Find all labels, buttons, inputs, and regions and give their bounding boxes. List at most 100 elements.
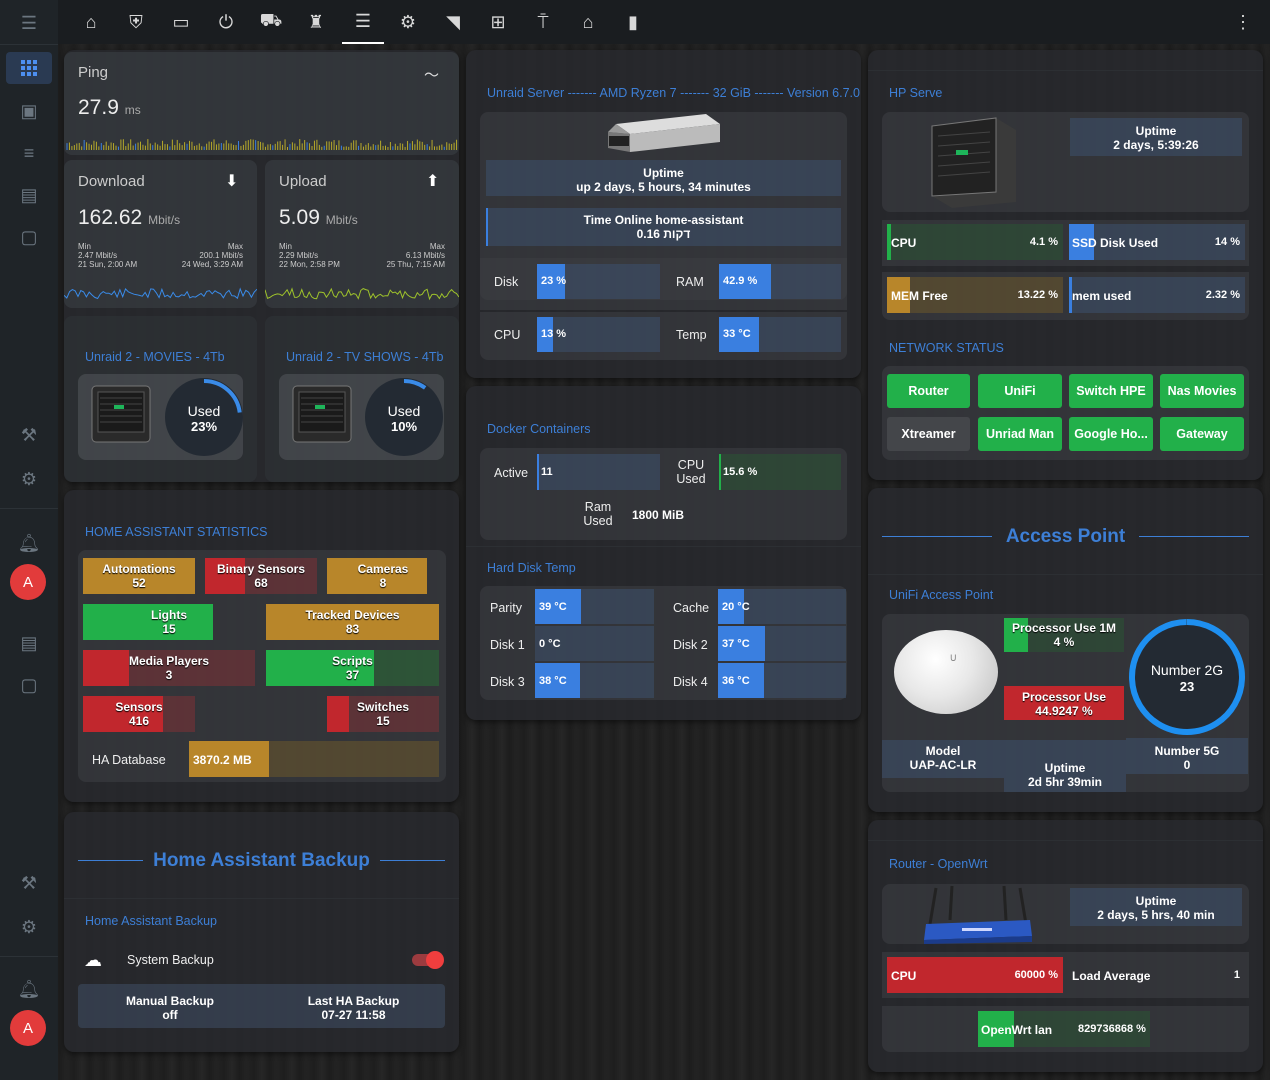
ping-sparkline <box>66 139 458 150</box>
divider <box>868 840 1263 841</box>
upload-min-value: 2.29 Mbit/s <box>279 251 319 260</box>
network-switch-hpe-button[interactable]: Switch HPE <box>1069 374 1153 408</box>
unraid-temp-label: Temp <box>676 328 707 342</box>
upload-sensor-card[interactable]: Upload ⬆ 5.09 Mbit/s Min 2.29 Mbit/s 22 Mo… <box>265 160 459 308</box>
last-backup-label: Last HA Backup <box>307 994 400 1008</box>
network-unifi-button[interactable]: UniFi <box>978 374 1062 408</box>
network-router-button[interactable]: Router <box>887 374 970 408</box>
docker-active-value: 11 <box>541 466 553 478</box>
network-gateway-button[interactable]: Gateway <box>1160 417 1244 451</box>
ha-statistics-card: HOME ASSISTANT STATISTICS Automations 52 … <box>64 490 459 802</box>
settings-icon[interactable]: ⚙ <box>14 912 44 942</box>
movies-gauge-label: Used <box>187 403 221 419</box>
network-xtreamer-button[interactable]: Xtreamer <box>887 417 970 451</box>
tab-shield-icon[interactable]: ⛨ <box>115 0 157 44</box>
bell-icon[interactable]: 🔔︎ <box>14 528 44 558</box>
sidebar-item-overview[interactable] <box>6 52 52 84</box>
hammer-icon[interactable]: ⚒ <box>14 868 44 898</box>
tab-power-plug-icon[interactable]: ⏻ <box>205 0 247 44</box>
avatar-letter: A <box>22 573 33 591</box>
tab-home-security-icon[interactable]: ⌂ <box>70 0 112 44</box>
ap-proc1-value: 4 % <box>1053 635 1075 649</box>
network-google-home-button[interactable]: Google Ho... <box>1069 417 1153 451</box>
automations-label: Automations <box>102 562 176 576</box>
bell-icon[interactable]: 🔔︎ <box>14 974 44 1004</box>
manual-backup-value: off <box>162 1008 178 1022</box>
sidebar: ☰ ▣ ≡ ▤ ▢ ⚒ ⚙ 🔔︎ A ▤ ▢ ⚒ ⚙ 🔔︎ A <box>0 0 58 1080</box>
unraid-ram-value: 42.9 % <box>723 275 758 287</box>
router-cpu-label: CPU <box>891 969 917 983</box>
tab-robot-icon[interactable]: ♜ <box>295 0 337 44</box>
ap-heading: Access Point <box>1005 526 1126 547</box>
scripts-label: Scripts <box>332 654 373 668</box>
ap-5g-label: Number 5G <box>1154 744 1220 758</box>
unraid-uptime: Uptime up 2 days, 5 hours, 34 minutes <box>486 166 841 194</box>
router-title: Router - OpenWrt <box>889 857 988 871</box>
chart-icon[interactable]: ▤ <box>14 628 44 658</box>
tracked-devices-label: Tracked Devices <box>305 608 400 622</box>
docker-active-fill <box>537 454 539 490</box>
network-nas-movies-button[interactable]: Nas Movies <box>1160 374 1244 408</box>
ap-subtitle: UniFi Access Point <box>889 588 994 602</box>
tab-home-icon[interactable]: ⌂ <box>567 0 609 44</box>
avatar[interactable]: A <box>10 1010 46 1046</box>
avatar[interactable]: A <box>10 564 46 600</box>
tab-cogs-icon[interactable]: ⚙ <box>387 0 429 44</box>
upload-arrow-icon: ⬆ <box>426 173 440 190</box>
sidebar-divider <box>0 508 58 509</box>
more-vert-icon[interactable]: ⋮ <box>1222 0 1264 44</box>
tab-car-icon[interactable]: ⛟ <box>250 0 292 44</box>
manual-backup[interactable]: Manual Backup off <box>78 994 262 1022</box>
ping-sensor-card[interactable]: Ping 〜 27.9 ms <box>64 52 459 155</box>
scripts-tile-text: Scripts 37 <box>266 654 439 682</box>
ping-number: 27.9 <box>78 96 119 119</box>
backup-card: Home Assistant Backup Home Assistant Bac… <box>64 812 459 1052</box>
logbook-icon[interactable]: ▢ <box>14 670 44 700</box>
media-players-label: Media Players <box>128 654 210 668</box>
tab-windows-icon[interactable]: ⊞ <box>477 0 519 44</box>
sidebar-divider <box>0 44 58 45</box>
ap-2g-value: 23 <box>1179 679 1195 694</box>
network-unraid-man-button[interactable]: Unriad Man <box>978 417 1062 451</box>
ap-proc1: Processor Use 1M 4 % <box>1004 621 1124 649</box>
server-image <box>292 385 352 443</box>
ap-proc2: Processor Use 44.9247 % <box>1004 690 1124 718</box>
logbook-icon[interactable]: ▢ <box>14 222 44 252</box>
docker-ram-label: Ram Used <box>583 500 613 528</box>
list-icon[interactable]: ≡ <box>14 138 44 168</box>
hp-title: HP Serve <box>889 86 943 100</box>
automations-value: 52 <box>132 576 146 590</box>
tab-server-icon[interactable]: ☰ <box>342 0 384 44</box>
backup-heading: Home Assistant Backup <box>153 850 370 871</box>
hammer-icon[interactable]: ⚒ <box>14 420 44 450</box>
download-unit: Mbit/s <box>148 213 181 227</box>
account-box-icon[interactable]: ▣ <box>14 96 44 126</box>
download-min-value: 2.47 Mbit/s <box>78 251 118 260</box>
unraid-ram-label: RAM <box>676 275 704 289</box>
router-card: Router - OpenWrt Uptime 2 days, 5 hrs, 40… <box>868 820 1263 1072</box>
ap-proc2-value: 44.9247 % <box>1035 704 1093 718</box>
divider <box>64 898 459 899</box>
download-number: 162.62 <box>78 206 143 229</box>
upload-min-label: Min <box>279 242 292 251</box>
tab-battery-charging-icon[interactable]: ▮ <box>612 0 654 44</box>
download-graph <box>64 287 257 300</box>
manual-backup-label: Manual Backup <box>125 994 215 1008</box>
unraid-uptime-value: up 2 days, 5 hours, 34 minutes <box>576 180 751 194</box>
unraid-cpu-label: CPU <box>494 328 521 342</box>
settings-icon[interactable]: ⚙ <box>14 464 44 494</box>
sensors-value: 416 <box>128 714 150 728</box>
tab-access-point-icon[interactable]: ⍑ <box>522 0 564 44</box>
tab-cctv-icon[interactable]: ◥ <box>432 0 474 44</box>
system-backup-label: System Backup <box>127 953 214 967</box>
tab-sofa-icon[interactable]: ▭ <box>160 0 202 44</box>
download-sensor-card[interactable]: Download ⬇ 162.62 Mbit/s Min 2.47 Mbit/s 2… <box>64 160 257 308</box>
chart-icon[interactable]: ▤ <box>14 180 44 210</box>
history-line <box>265 287 459 301</box>
network-title: NETWORK STATUS <box>889 341 1004 355</box>
docker-active-label: Active <box>494 466 529 480</box>
ap-uptime-label: Uptime <box>1044 761 1086 775</box>
router-lan-label: OpenWrt lan <box>981 1023 1053 1037</box>
ap-5g: Number 5G 0 <box>1126 744 1248 772</box>
menu-icon[interactable]: ☰ <box>14 8 44 38</box>
